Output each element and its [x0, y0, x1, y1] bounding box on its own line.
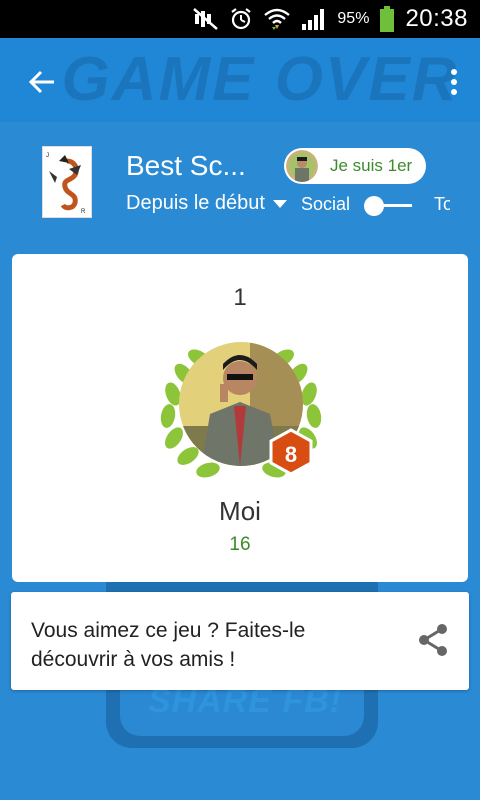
- signal-icon: [301, 7, 327, 31]
- leaderboard-title: Best Sc...: [126, 150, 246, 181]
- overflow-menu-button[interactable]: [440, 62, 468, 102]
- caret-down-icon: [272, 199, 287, 208]
- toggle-thumb[interactable]: [364, 196, 384, 216]
- clock: 20:38: [405, 5, 468, 32]
- player-score: 16: [229, 534, 251, 555]
- period-label: Depuis le début: [126, 192, 265, 214]
- back-button[interactable]: [22, 62, 62, 102]
- alarm-icon: [229, 7, 253, 31]
- leaderboard-icon: J R: [42, 146, 92, 218]
- share-message: Vous aimez ce jeu ? Faites-le découvrir …: [31, 619, 306, 671]
- share-card[interactable]: Vous aimez ce jeu ? Faites-le découvrir …: [11, 592, 469, 690]
- i-am-first-button[interactable]: Je suis 1er: [284, 148, 426, 184]
- overflow-menu-icon: [451, 69, 457, 95]
- first-badge-label: Je suis 1er: [330, 156, 413, 175]
- all-label: To: [434, 194, 450, 214]
- player-name: Moi: [219, 496, 261, 526]
- leaderboard-card: 1 8 Moi 16: [12, 254, 468, 582]
- arrow-back-icon: [28, 70, 54, 94]
- level-number: 8: [284, 442, 298, 467]
- app-bar: GAME OVER: [0, 38, 480, 122]
- share-icon[interactable]: [415, 622, 451, 658]
- rank-number: 1: [233, 284, 247, 311]
- status-bar: 95% 20:38: [0, 0, 480, 38]
- svg-text:R: R: [81, 209, 86, 215]
- period-dropdown[interactable]: Depuis le début: [126, 192, 287, 215]
- battery-percent: 95%: [337, 10, 370, 27]
- game-over-watermark: GAME OVER: [61, 45, 459, 114]
- avatar: [286, 150, 318, 182]
- mute-icon: [193, 8, 219, 30]
- social-label: Social: [301, 194, 351, 214]
- battery-icon: [379, 5, 395, 33]
- svg-text:J: J: [46, 153, 49, 159]
- wifi-icon: [263, 7, 291, 31]
- social-toggle[interactable]: [362, 194, 414, 218]
